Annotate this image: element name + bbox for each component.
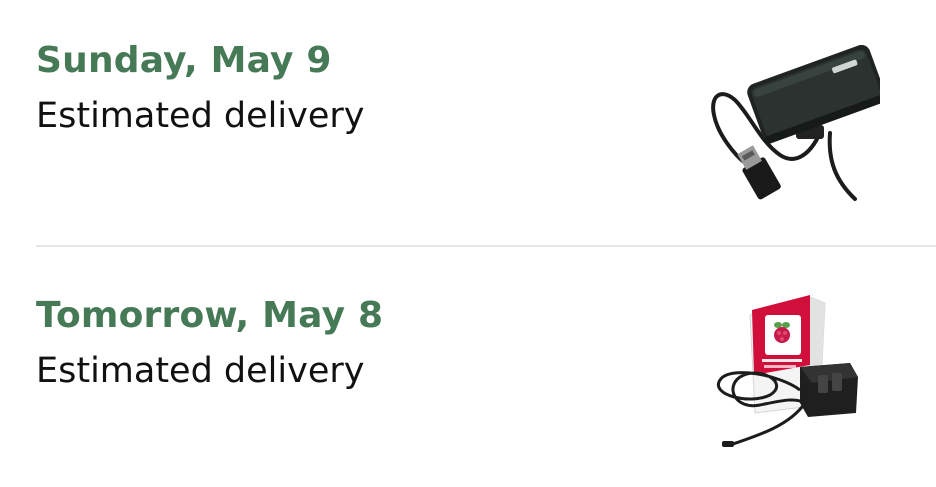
delivery-item[interactable]: Sunday, May 9 Estimated delivery: [0, 0, 936, 240]
delivery-date: Tomorrow, May 8: [36, 295, 384, 336]
delivery-item[interactable]: Tomorrow, May 8 Estimated delivery: [0, 247, 936, 487]
delivery-date: Sunday, May 9: [36, 40, 332, 81]
product-image-drive-enclosure[interactable]: [700, 45, 880, 205]
delivery-status: Estimated delivery: [36, 351, 365, 391]
product-image-raspberry-pi-power-supply[interactable]: [700, 295, 885, 450]
delivery-status: Estimated delivery: [36, 96, 365, 136]
